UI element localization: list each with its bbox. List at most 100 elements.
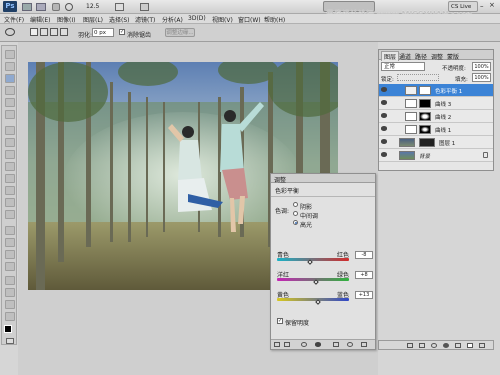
layer-mask-thumb[interactable] (419, 138, 435, 147)
type-tool-icon[interactable] (5, 238, 15, 247)
yellow-blue-handle[interactable] (314, 299, 321, 305)
zoom-level[interactable]: 12.5 (86, 3, 99, 10)
trash-icon[interactable] (361, 342, 367, 347)
tone-highlights-radio[interactable] (293, 220, 298, 225)
path-select-tool-icon[interactable] (5, 250, 15, 259)
layer-row[interactable]: 曲线 1 (379, 123, 493, 136)
menu-3d[interactable]: 3D(D) (188, 15, 206, 22)
layer-row[interactable]: 色彩平衡 1 (379, 84, 493, 97)
minibridge-icon[interactable] (36, 3, 46, 11)
magenta-green-handle[interactable] (313, 279, 319, 285)
blur-tool-icon[interactable] (5, 198, 15, 207)
3d-rotate-tool-icon[interactable] (5, 276, 15, 285)
bridge-icon[interactable] (22, 3, 32, 11)
layer-mask-thumb[interactable] (419, 112, 431, 121)
arrange-icon[interactable] (115, 3, 124, 11)
stamp-tool-icon[interactable] (5, 150, 15, 159)
adjustment-layer-icon[interactable] (443, 343, 449, 348)
add-selection-icon[interactable] (40, 28, 48, 36)
blend-mode-select[interactable]: 正常 (381, 62, 425, 71)
add-mask-icon[interactable] (431, 343, 437, 348)
hand-icon[interactable] (52, 3, 60, 11)
zoom-tool-icon[interactable] (5, 312, 15, 321)
visibility-eye-icon[interactable] (381, 139, 387, 144)
menu-window[interactable]: 窗口(W) (238, 15, 261, 24)
refine-edge-button[interactable]: 调整边缘... (165, 28, 195, 37)
menu-analysis[interactable]: 分析(A) (162, 15, 183, 24)
clip-icon[interactable] (301, 342, 307, 347)
gradient-tool-icon[interactable] (5, 186, 15, 195)
menu-filter[interactable]: 滤镜(T) (135, 15, 155, 24)
previous-state-icon[interactable] (333, 342, 339, 347)
back-icon[interactable] (274, 342, 280, 347)
history-brush-tool-icon[interactable] (5, 162, 15, 171)
tab-channels[interactable]: 通道 (399, 52, 411, 61)
feather-input[interactable]: 0 px (92, 28, 114, 37)
visibility-eye-icon[interactable] (381, 126, 387, 131)
yellow-blue-input[interactable]: +13 (355, 291, 373, 299)
visibility-eye-icon[interactable] (381, 113, 387, 118)
foreground-color-swatch[interactable] (4, 325, 12, 333)
tab-paths[interactable]: 路径 (415, 52, 427, 61)
preserve-luminosity-checkbox[interactable]: ✓ (277, 318, 283, 324)
healing-tool-icon[interactable] (5, 126, 15, 135)
layer-row[interactable]: 曲线 2 (379, 110, 493, 123)
move-tool-icon[interactable] (5, 50, 15, 59)
antialias-checkbox[interactable]: ✓ (119, 29, 125, 35)
quick-mask-icon[interactable] (6, 338, 14, 344)
tab-layers[interactable]: 图层 (381, 51, 400, 61)
crop-tool-icon[interactable] (5, 98, 15, 107)
visibility-eye-icon[interactable] (315, 342, 321, 347)
link-layers-icon[interactable] (407, 343, 413, 348)
menu-image[interactable]: 图像(I) (57, 15, 75, 24)
layer-row[interactable]: 曲线 3 (379, 97, 493, 110)
yellow-blue-track[interactable] (277, 298, 349, 301)
dodge-tool-icon[interactable] (5, 210, 15, 219)
lock-icons[interactable] (397, 74, 439, 81)
fx-icon[interactable] (419, 343, 425, 348)
layer-row[interactable]: 图层 1 (379, 136, 493, 149)
close-button[interactable]: × (489, 1, 498, 11)
layer-mask-thumb[interactable] (419, 86, 431, 95)
visibility-eye-icon[interactable] (381, 87, 387, 92)
menu-select[interactable]: 选择(S) (109, 15, 130, 24)
tone-midtones-radio[interactable] (293, 211, 298, 216)
eyedropper-tool-icon[interactable] (5, 110, 15, 119)
3d-orbit-tool-icon[interactable] (5, 288, 15, 297)
eraser-tool-icon[interactable] (5, 174, 15, 183)
marquee-tool-icon[interactable] (5, 62, 15, 71)
visibility-eye-icon[interactable] (381, 152, 387, 157)
lasso-tool-icon[interactable] (5, 74, 15, 83)
minimize-button[interactable]: – (480, 2, 486, 11)
trash-icon[interactable] (479, 343, 485, 348)
pen-tool-icon[interactable] (5, 226, 15, 235)
shape-tool-icon[interactable] (5, 262, 15, 271)
reset-icon[interactable] (347, 342, 353, 347)
subtract-selection-icon[interactable] (50, 28, 58, 36)
intersect-selection-icon[interactable] (60, 28, 68, 36)
hand-tool-icon[interactable] (5, 300, 15, 309)
cyan-red-track[interactable] (277, 258, 349, 261)
menu-edit[interactable]: 编辑(E) (30, 15, 50, 24)
brush-tool-icon[interactable] (5, 138, 15, 147)
magenta-green-input[interactable]: +8 (355, 271, 373, 279)
menu-layer[interactable]: 图层(L) (83, 15, 103, 24)
new-selection-icon[interactable] (30, 28, 38, 36)
menu-file[interactable]: 文件(F) (4, 15, 24, 24)
cyan-red-input[interactable]: -8 (355, 251, 373, 259)
menu-view[interactable]: 视图(V) (212, 15, 233, 24)
quick-select-tool-icon[interactable] (5, 86, 15, 95)
cslive-button[interactable]: CS Live (448, 1, 478, 12)
visibility-eye-icon[interactable] (381, 100, 387, 105)
layer-mask-thumb[interactable] (419, 125, 431, 134)
expand-icon[interactable] (284, 342, 290, 347)
menu-help[interactable]: 帮助(H) (264, 15, 285, 24)
tab-masks[interactable]: 蒙版 (447, 52, 459, 61)
zoom-icon[interactable] (65, 3, 73, 11)
layer-row[interactable]: 背景 (379, 149, 493, 162)
fill-input[interactable]: 100% (472, 73, 491, 82)
tab-adjustments[interactable]: 调整 (431, 52, 443, 61)
screen-mode-icon[interactable] (140, 3, 149, 11)
tone-shadows-radio[interactable] (293, 202, 298, 207)
group-icon[interactable] (455, 343, 461, 348)
